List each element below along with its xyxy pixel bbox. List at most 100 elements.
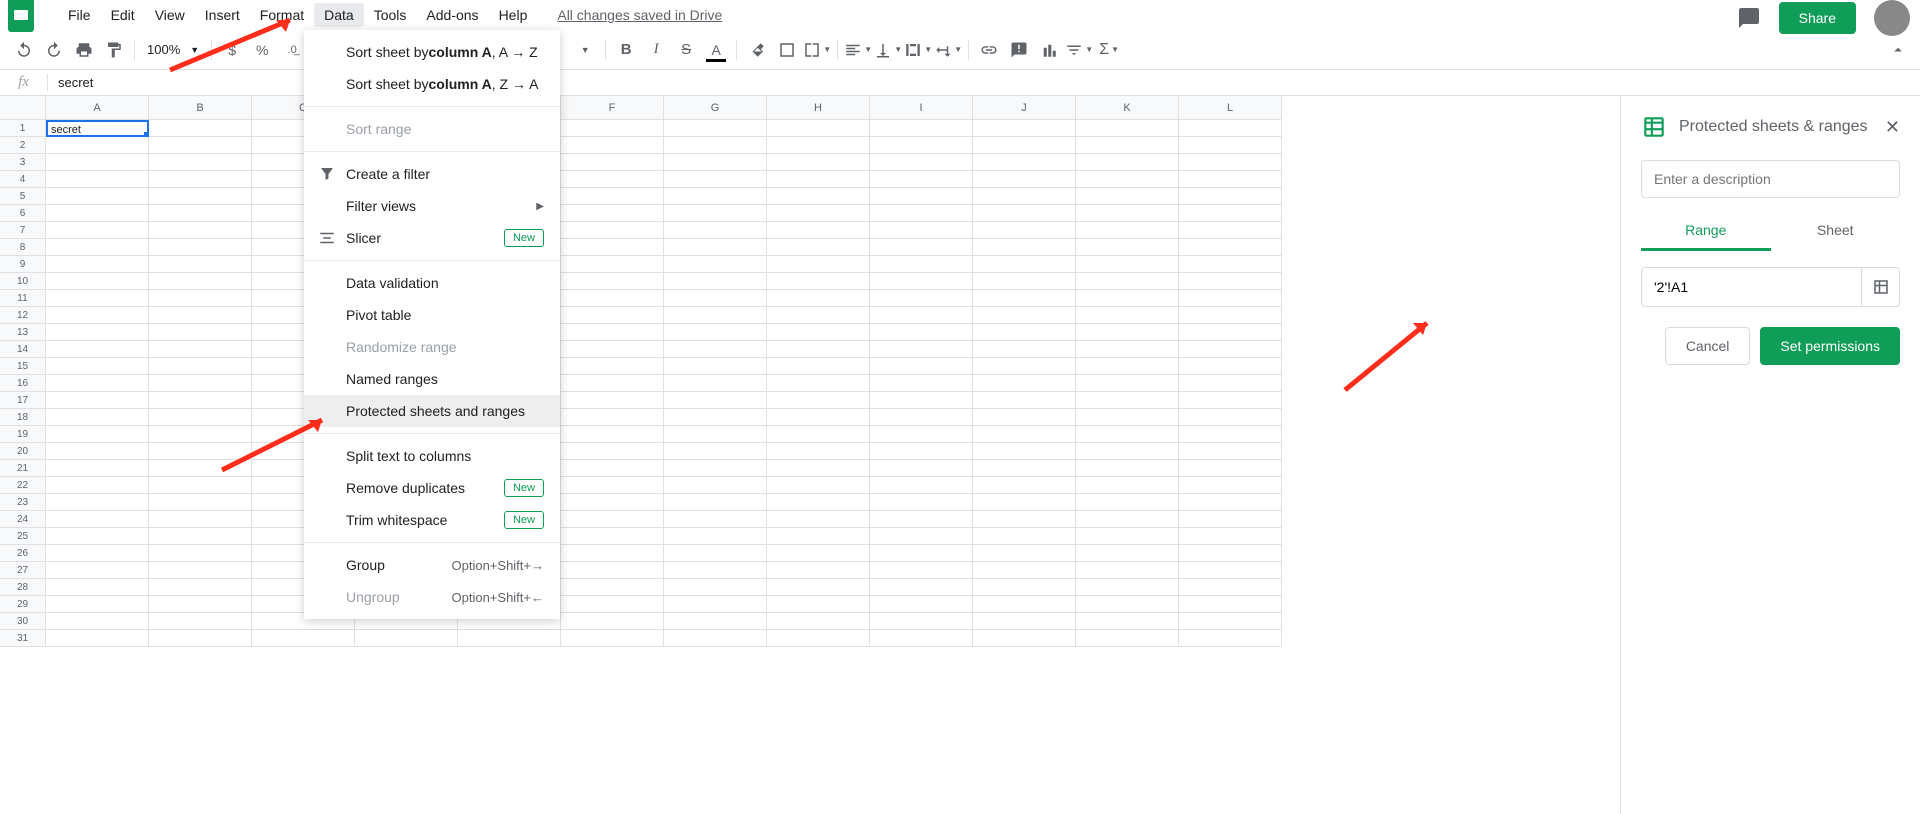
cell[interactable] bbox=[149, 222, 252, 239]
cell[interactable] bbox=[1179, 392, 1282, 409]
cell[interactable] bbox=[870, 188, 973, 205]
data-validation[interactable]: Data validation bbox=[304, 267, 560, 299]
cell[interactable] bbox=[870, 222, 973, 239]
cell[interactable] bbox=[767, 392, 870, 409]
cell[interactable] bbox=[1179, 137, 1282, 154]
row-header[interactable]: 6 bbox=[0, 205, 46, 222]
filter-views[interactable]: Filter views▶ bbox=[304, 190, 560, 222]
cell[interactable] bbox=[1179, 120, 1282, 137]
cell[interactable] bbox=[973, 443, 1076, 460]
cell[interactable] bbox=[1076, 392, 1179, 409]
row-header[interactable]: 11 bbox=[0, 290, 46, 307]
menu-file[interactable]: File bbox=[58, 3, 101, 27]
cell[interactable] bbox=[1076, 477, 1179, 494]
cell[interactable] bbox=[561, 528, 664, 545]
cell[interactable] bbox=[149, 409, 252, 426]
column-header[interactable]: K bbox=[1076, 96, 1179, 120]
cell[interactable] bbox=[973, 290, 1076, 307]
cell[interactable] bbox=[973, 188, 1076, 205]
cell[interactable] bbox=[767, 137, 870, 154]
cell[interactable] bbox=[46, 443, 149, 460]
cell[interactable] bbox=[664, 613, 767, 630]
cell[interactable] bbox=[149, 528, 252, 545]
cell[interactable] bbox=[1179, 171, 1282, 188]
cell[interactable] bbox=[767, 290, 870, 307]
cell[interactable] bbox=[870, 460, 973, 477]
cell[interactable] bbox=[973, 341, 1076, 358]
cell[interactable] bbox=[870, 171, 973, 188]
cell[interactable] bbox=[561, 511, 664, 528]
cell[interactable] bbox=[1076, 290, 1179, 307]
cell[interactable] bbox=[355, 630, 458, 647]
row-header[interactable]: 5 bbox=[0, 188, 46, 205]
cell[interactable] bbox=[46, 256, 149, 273]
row-header[interactable]: 22 bbox=[0, 477, 46, 494]
cell[interactable] bbox=[973, 477, 1076, 494]
cell[interactable] bbox=[767, 307, 870, 324]
cell[interactable] bbox=[870, 596, 973, 613]
percent-button[interactable]: % bbox=[248, 36, 276, 64]
cell[interactable] bbox=[149, 273, 252, 290]
h-align-button[interactable]: ▼ bbox=[844, 36, 872, 64]
text-rotation-button[interactable]: ▼ bbox=[934, 36, 962, 64]
cell[interactable] bbox=[149, 188, 252, 205]
cell[interactable] bbox=[870, 528, 973, 545]
cell[interactable] bbox=[561, 545, 664, 562]
cell[interactable] bbox=[1076, 528, 1179, 545]
cell[interactable] bbox=[664, 443, 767, 460]
cell[interactable] bbox=[870, 443, 973, 460]
cell[interactable] bbox=[149, 613, 252, 630]
cell[interactable] bbox=[1179, 409, 1282, 426]
cell[interactable] bbox=[1179, 341, 1282, 358]
cell[interactable] bbox=[870, 392, 973, 409]
cell[interactable] bbox=[973, 222, 1076, 239]
cell[interactable] bbox=[973, 137, 1076, 154]
cell[interactable] bbox=[1179, 273, 1282, 290]
cell[interactable] bbox=[149, 137, 252, 154]
insert-comment-button[interactable] bbox=[1005, 36, 1033, 64]
cell[interactable] bbox=[664, 154, 767, 171]
cell[interactable] bbox=[1076, 273, 1179, 290]
cell[interactable] bbox=[870, 375, 973, 392]
protected-sheets-ranges[interactable]: Protected sheets and ranges bbox=[304, 395, 560, 427]
cell[interactable] bbox=[870, 290, 973, 307]
bold-button[interactable]: B bbox=[612, 36, 640, 64]
row-header[interactable]: 27 bbox=[0, 562, 46, 579]
cell[interactable] bbox=[561, 579, 664, 596]
cell[interactable] bbox=[1076, 630, 1179, 647]
row-header[interactable]: 18 bbox=[0, 409, 46, 426]
select-all-corner[interactable] bbox=[0, 96, 46, 120]
cell[interactable] bbox=[973, 307, 1076, 324]
cell[interactable] bbox=[767, 239, 870, 256]
cell[interactable] bbox=[561, 137, 664, 154]
cell[interactable] bbox=[1179, 477, 1282, 494]
strikethrough-button[interactable]: S bbox=[672, 36, 700, 64]
cell[interactable] bbox=[252, 630, 355, 647]
cell[interactable] bbox=[973, 613, 1076, 630]
cell[interactable] bbox=[973, 511, 1076, 528]
cell[interactable] bbox=[767, 528, 870, 545]
row-header[interactable]: 17 bbox=[0, 392, 46, 409]
cell[interactable] bbox=[1179, 154, 1282, 171]
cell[interactable] bbox=[1179, 511, 1282, 528]
comment-icon[interactable] bbox=[1737, 6, 1761, 30]
cell[interactable] bbox=[1179, 375, 1282, 392]
row-header[interactable]: 2 bbox=[0, 137, 46, 154]
cell[interactable] bbox=[1179, 358, 1282, 375]
cell[interactable] bbox=[664, 188, 767, 205]
cell[interactable] bbox=[561, 562, 664, 579]
cell[interactable] bbox=[149, 290, 252, 307]
cell[interactable] bbox=[973, 494, 1076, 511]
cell[interactable] bbox=[973, 358, 1076, 375]
cell[interactable] bbox=[767, 545, 870, 562]
cell[interactable] bbox=[149, 154, 252, 171]
cell[interactable] bbox=[149, 426, 252, 443]
cell[interactable] bbox=[664, 409, 767, 426]
cell[interactable] bbox=[767, 477, 870, 494]
cell[interactable] bbox=[973, 630, 1076, 647]
cell[interactable] bbox=[973, 120, 1076, 137]
cell[interactable] bbox=[767, 188, 870, 205]
cell[interactable] bbox=[767, 341, 870, 358]
cell[interactable] bbox=[767, 324, 870, 341]
cell[interactable] bbox=[664, 324, 767, 341]
